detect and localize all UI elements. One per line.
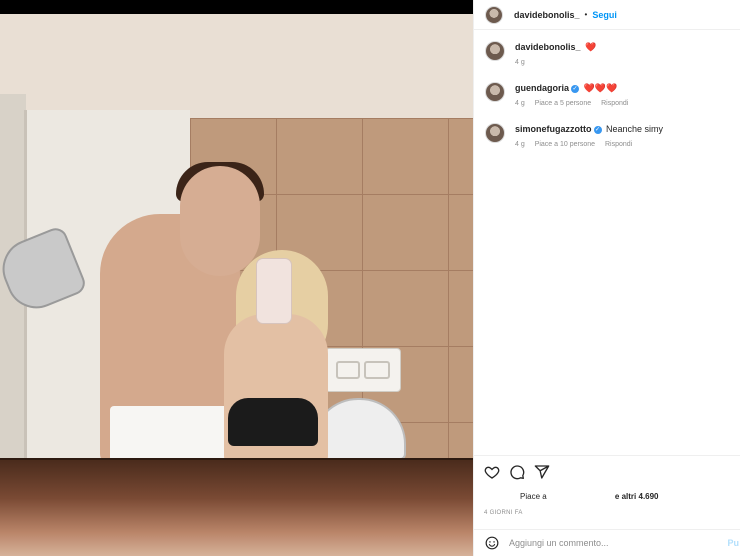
reply-button[interactable]: Rispondi — [605, 141, 632, 148]
reply-button[interactable]: Rispondi — [601, 100, 628, 107]
likes-count[interactable]: e altri 4.690 — [615, 492, 659, 501]
comment-username[interactable]: davidebonolis_ — [515, 42, 581, 52]
list-item: davidebonolis_ ❤️ 4 g — [485, 41, 596, 66]
avatar[interactable] — [485, 5, 503, 24]
comment-text: ❤️ — [585, 42, 597, 52]
add-comment-bar: Pu — [474, 529, 740, 556]
comment-time[interactable]: 4 g — [515, 59, 525, 66]
post-photo[interactable] — [0, 14, 473, 556]
follow-button[interactable]: Segui — [592, 10, 617, 20]
comment-text: ❤️❤️❤️ — [583, 83, 618, 93]
post-sidebar: davidebonolis_ • Segui davidebonolis_ ❤️… — [473, 0, 740, 556]
publish-button[interactable]: Pu — [727, 538, 739, 548]
avatar[interactable] — [485, 123, 505, 143]
list-item: simonefugazzotto ✓ Neanche simy 4 g Piace… — [485, 123, 663, 148]
comment-time[interactable]: 4 g — [515, 100, 525, 107]
list-item: guendagoria ✓ ❤️❤️❤️ 4 g Piace a 5 person… — [485, 82, 636, 107]
heart-icon[interactable] — [484, 464, 500, 480]
likes-prefix: Piace a — [520, 492, 547, 501]
comment-input[interactable] — [509, 538, 709, 548]
photo-towel — [110, 406, 236, 466]
photo-clothing — [228, 398, 318, 446]
header-separator: • — [584, 10, 588, 19]
emoji-icon[interactable] — [485, 536, 499, 550]
share-icon[interactable] — [534, 464, 550, 480]
photo-counter — [0, 460, 473, 556]
verified-badge-icon: ✓ — [571, 84, 580, 93]
avatar[interactable] — [485, 41, 505, 61]
verified-badge-icon: ✓ — [593, 125, 602, 134]
avatar[interactable] — [485, 82, 505, 102]
photo-phone — [256, 258, 292, 324]
comment-likes[interactable]: Piace a 10 persone — [535, 141, 595, 148]
comment-list: davidebonolis_ ❤️ 4 g guendagoria ✓ ❤️❤️❤… — [474, 30, 740, 460]
photo-flush-plate — [325, 348, 401, 392]
comment-time[interactable]: 4 g — [515, 141, 525, 148]
post-header: davidebonolis_ • Segui — [474, 0, 740, 30]
post-actions: Piace a e altri 4.690 4 GIORNI FA — [474, 455, 740, 535]
comment-likes[interactable]: Piace a 5 persone — [535, 100, 591, 107]
comment-text: Neanche simy — [606, 124, 664, 134]
photo-head-1 — [180, 166, 260, 276]
post-username[interactable]: davidebonolis_ — [514, 10, 580, 20]
likes-summary[interactable]: Piace a e altri 4.690 — [520, 492, 659, 501]
comment-icon[interactable] — [509, 464, 525, 480]
post-date[interactable]: 4 GIORNI FA — [484, 510, 523, 516]
comment-username[interactable]: guendagoria — [515, 83, 569, 93]
comment-username[interactable]: simonefugazzotto — [515, 124, 592, 134]
